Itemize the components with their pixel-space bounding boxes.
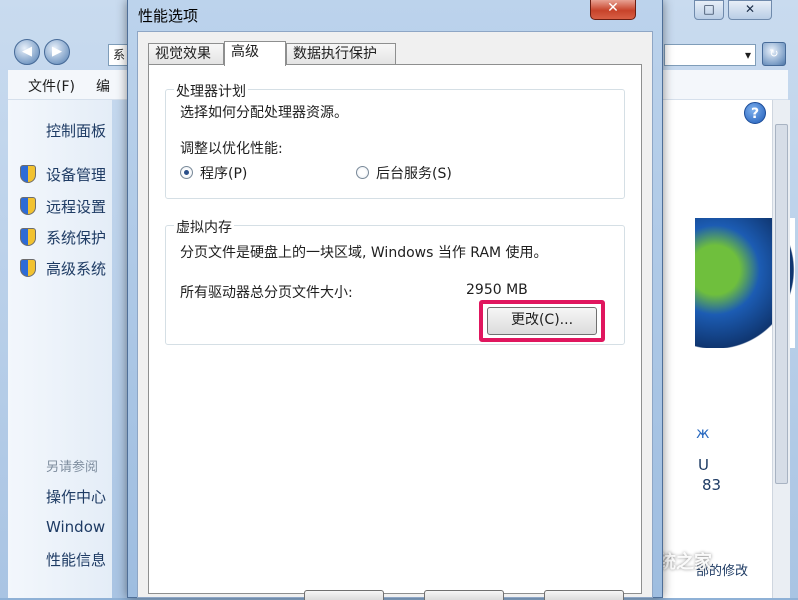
ok-button[interactable] xyxy=(304,590,384,600)
total-paging-label: 所有驱动器总分页文件大小: xyxy=(180,285,353,301)
link-action-center[interactable]: 操作中心 xyxy=(46,486,106,507)
tab-advanced[interactable]: 高级 xyxy=(224,41,286,66)
programs-radio-label[interactable]: 程序(P) xyxy=(200,163,247,183)
total-paging-value: 2950 MB xyxy=(466,282,528,298)
dialog-body: 视觉效果 高级 数据执行保护 处理器计划 选择如何分配处理器资源。 调整以优化性… xyxy=(137,31,653,598)
vertical-scrollbar[interactable] xyxy=(772,100,790,598)
shield-icon xyxy=(20,197,36,215)
change-button[interactable]: 更改(C)... xyxy=(487,307,597,335)
sidebar-item-system-protection[interactable]: 系统保护 xyxy=(20,227,106,248)
forward-icon[interactable]: ▶ xyxy=(44,39,70,65)
menu-edit[interactable]: 编 xyxy=(96,76,110,96)
content-fragment: ж xyxy=(696,424,710,442)
content-pane xyxy=(660,100,788,598)
back-icon[interactable]: ◀ xyxy=(14,39,40,65)
content-fragment: 83 xyxy=(702,476,722,494)
performance-options-dialog: 性能选项 ✕ 视觉效果 高级 数据执行保护 处理器计划 选择如何分配处理器资源。… xyxy=(127,0,664,600)
sidebar-item-device-manager[interactable]: 设备管理 xyxy=(20,164,106,185)
refresh-icon[interactable]: ↻ xyxy=(762,42,786,66)
advanced-tab-panel: 处理器计划 选择如何分配处理器资源。 调整以优化性能: 程序(P) 后台服务(S… xyxy=(148,64,642,594)
address-dropdown[interactable]: ▾ xyxy=(664,44,756,66)
programs-radio[interactable] xyxy=(180,166,193,179)
shield-icon xyxy=(20,228,36,246)
sidebar-item-label: 远程设置 xyxy=(46,198,107,216)
sidebar-item-label: 系统保护 xyxy=(46,229,107,247)
group-legend: 虚拟内存 xyxy=(174,217,234,237)
scrollbar-thumb[interactable] xyxy=(775,124,788,484)
processor-description: 选择如何分配处理器资源。 xyxy=(180,105,348,121)
shield-icon xyxy=(20,259,36,277)
see-also-heading: 另请参阅 xyxy=(46,460,99,475)
shield-icon xyxy=(20,165,36,183)
menu-file[interactable]: 文件(F) xyxy=(28,76,75,96)
sidebar-item-advanced-settings[interactable]: 高级系统 xyxy=(20,258,106,279)
content-fragment: U xyxy=(698,456,709,474)
sidebar-item-remote-settings[interactable]: 远程设置 xyxy=(20,196,106,217)
virtual-memory-description: 分页文件是硬盘上的一块区域, Windows 当作 RAM 使用。 xyxy=(180,245,548,261)
dialog-button-row xyxy=(128,590,664,600)
link-windows-update[interactable]: Window xyxy=(46,518,105,536)
processor-scheduling-group: 处理器计划 选择如何分配处理器资源。 调整以优化性能: 程序(P) 后台服务(S… xyxy=(165,81,625,199)
background-services-radio-label[interactable]: 后台服务(S) xyxy=(376,163,452,183)
group-legend: 处理器计划 xyxy=(174,81,248,101)
tab-visual-effects[interactable]: 视觉效果 xyxy=(148,43,224,65)
help-icon[interactable]: ? xyxy=(744,102,766,124)
sidebar-item-label: 高级系统 xyxy=(46,260,107,278)
adjust-label: 调整以优化性能: xyxy=(180,141,283,157)
control-panel-home-link[interactable]: 控制面板 xyxy=(46,120,106,141)
sidebar-item-label: 设备管理 xyxy=(46,166,107,184)
chevron-down-icon[interactable]: ▾ xyxy=(745,48,751,62)
window-close-button[interactable]: ✕ xyxy=(728,0,772,20)
dialog-title: 性能选项 xyxy=(138,7,199,25)
background-services-radio[interactable] xyxy=(356,166,369,179)
address-fragment: 系 xyxy=(113,48,126,62)
task-sidebar: 控制面板 设备管理 远程设置 系统保护 高级系统 另请参阅 操作中心 Windo… xyxy=(8,100,112,598)
link-performance-info[interactable]: 性能信息 xyxy=(46,549,106,570)
tab-dep[interactable]: 数据执行保护 xyxy=(286,43,396,65)
maximize-button[interactable]: □ xyxy=(694,0,724,20)
cancel-button[interactable] xyxy=(424,590,504,600)
close-icon[interactable]: ✕ xyxy=(590,0,636,20)
apply-button[interactable] xyxy=(544,590,624,600)
